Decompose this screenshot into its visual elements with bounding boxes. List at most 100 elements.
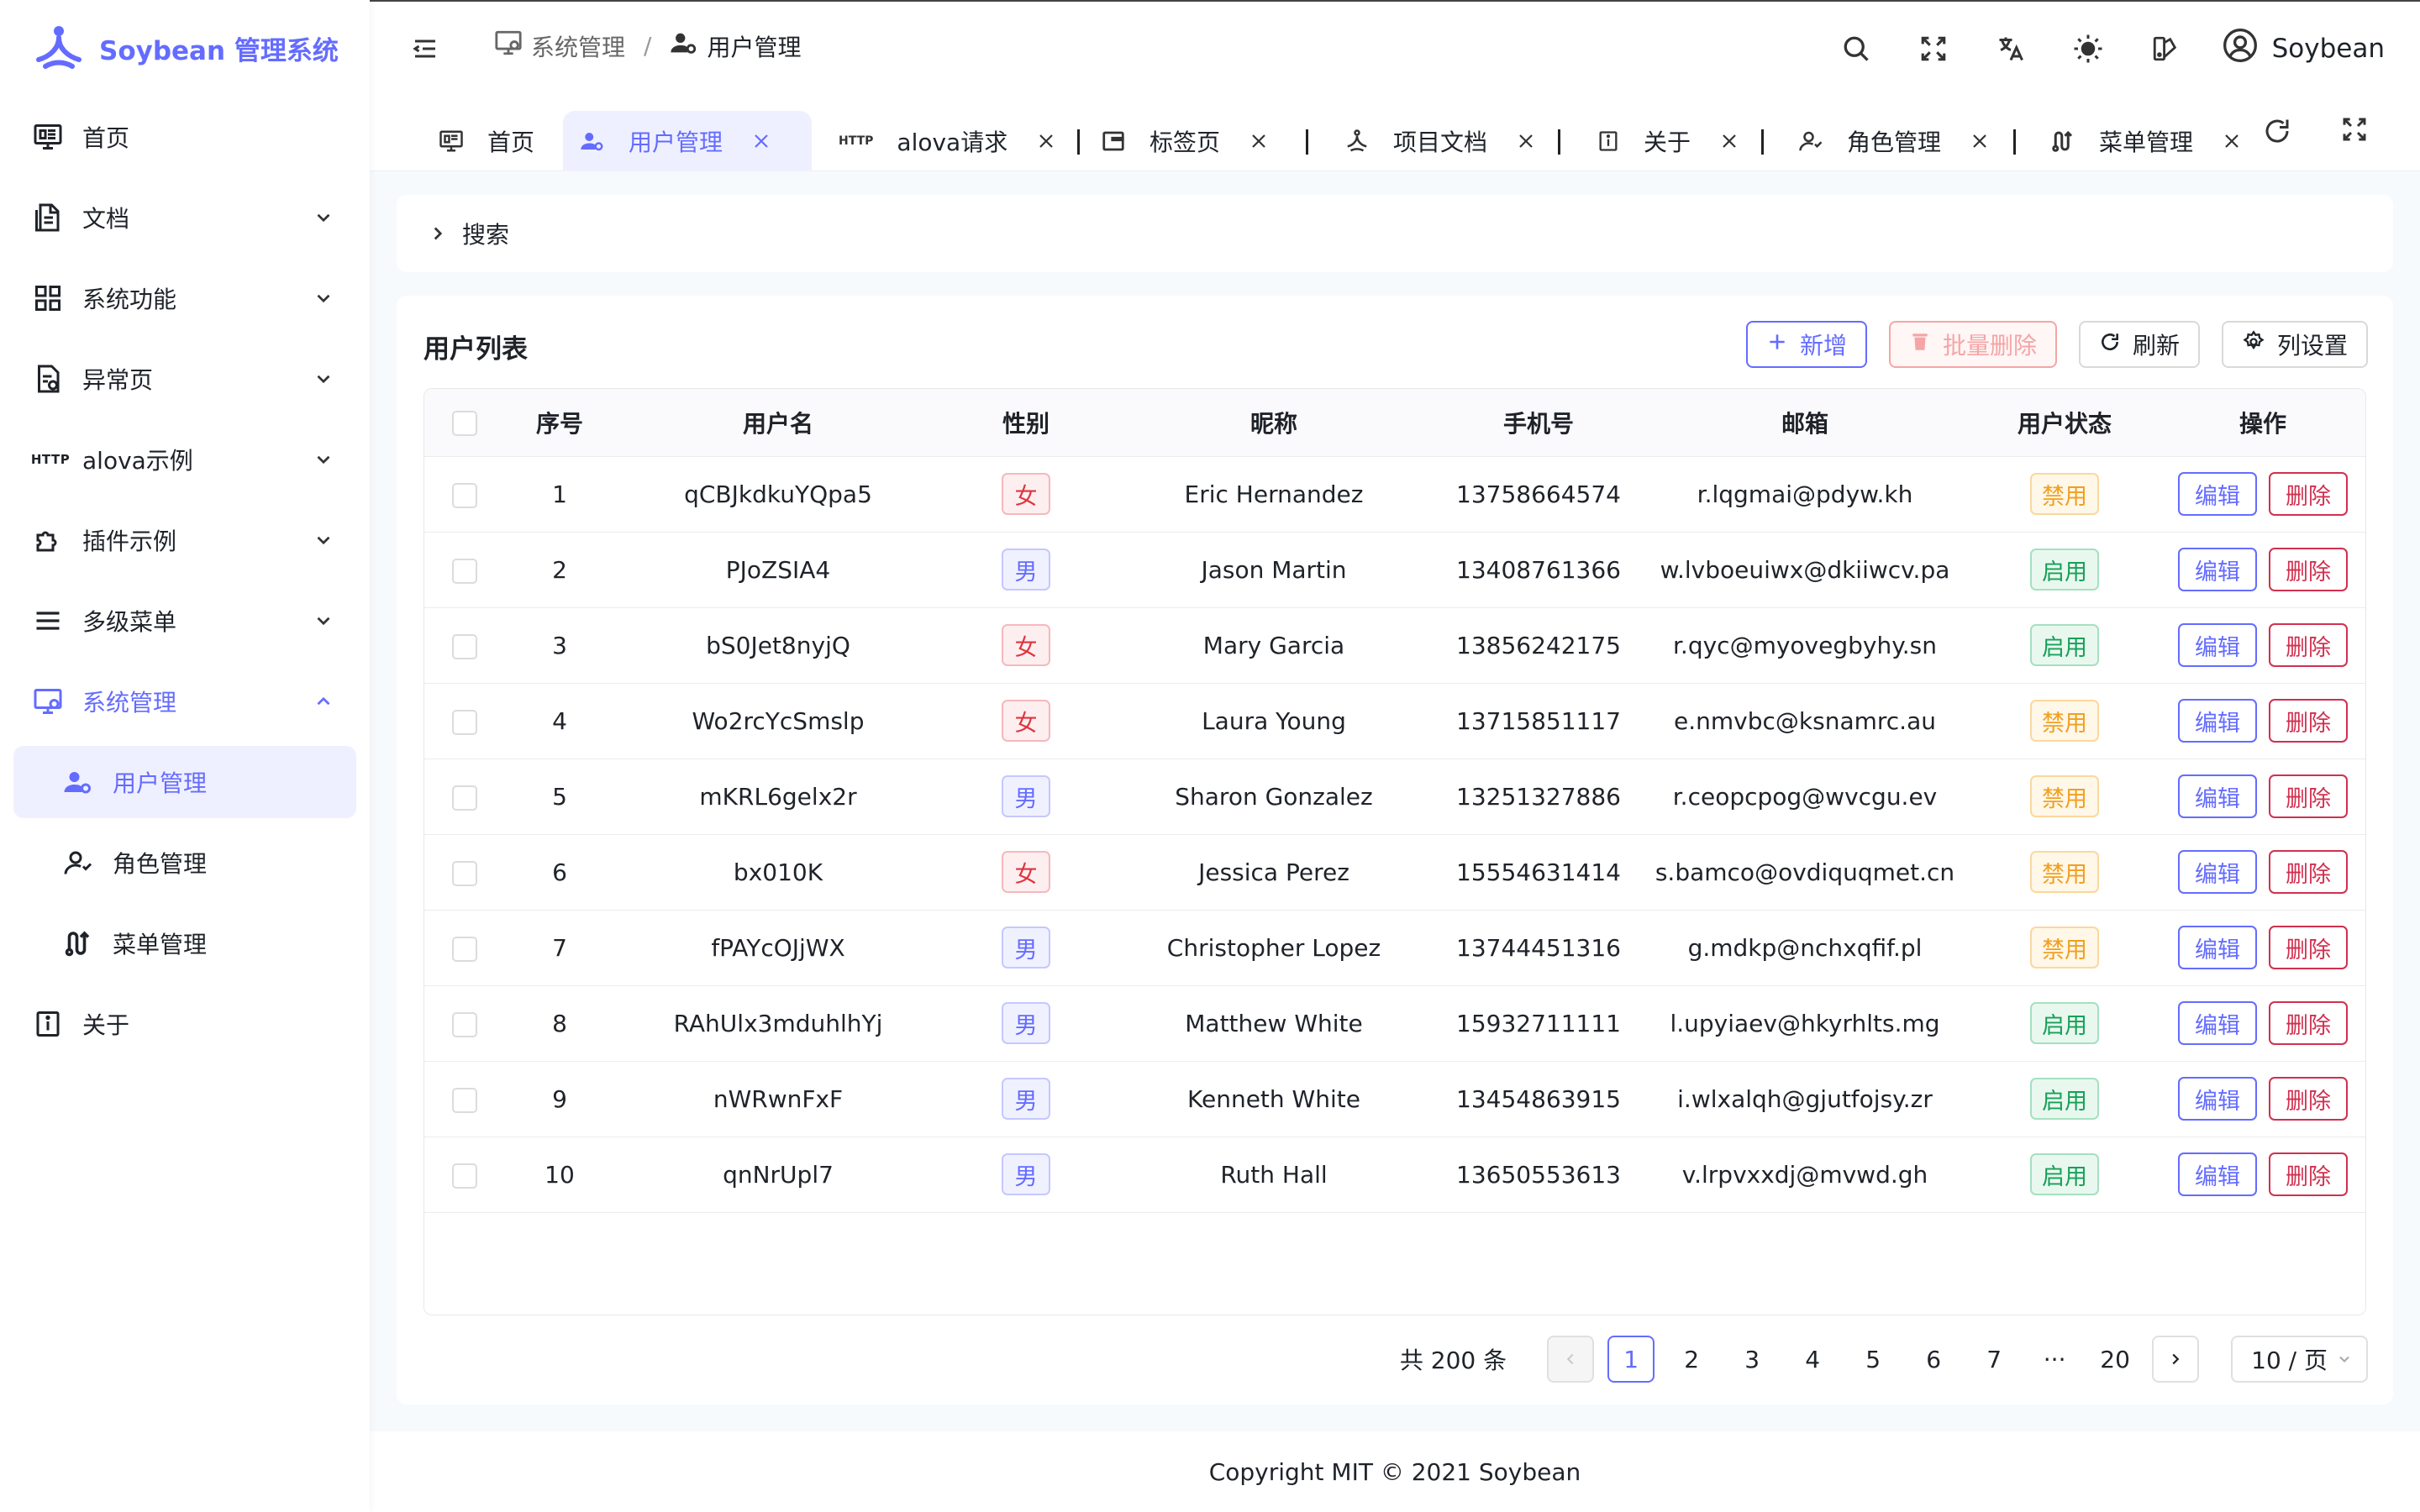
- tab-project-docs[interactable]: 项目文档: [1328, 111, 1553, 171]
- page-button[interactable]: 5: [1849, 1336, 1897, 1383]
- gender-tag: 女: [1002, 624, 1050, 666]
- tab-label: 用户管理: [629, 129, 723, 156]
- operations-cell: 编辑 删除: [2159, 683, 2365, 759]
- row-checkbox[interactable]: [452, 709, 477, 735]
- sidebar-item-role-manage[interactable]: 角色管理: [13, 827, 356, 899]
- edit-button[interactable]: 编辑: [2178, 699, 2257, 743]
- delete-button[interactable]: 删除: [2269, 926, 2348, 969]
- batch-delete-button[interactable]: 批量删除: [1888, 321, 2057, 368]
- page-size-select[interactable]: 10 / 页: [2231, 1336, 2368, 1383]
- chevron-down-icon: [313, 449, 334, 476]
- user-menu[interactable]: Soybean: [2222, 27, 2385, 71]
- page-button[interactable]: 7: [1970, 1336, 2018, 1383]
- edit-button[interactable]: 编辑: [2178, 548, 2257, 591]
- logo[interactable]: Soybean 管理系统: [34, 18, 339, 77]
- tab-alova[interactable]: HTTP alova请求: [822, 111, 1073, 171]
- select-all-checkbox[interactable]: [452, 411, 477, 437]
- status-badge: 启用: [2030, 549, 2099, 591]
- menu-collapse-icon[interactable]: [410, 34, 440, 67]
- translate-icon[interactable]: [1990, 28, 2032, 70]
- sidebar-item-alova[interactable]: HTTP alova示例: [13, 423, 356, 496]
- delete-button[interactable]: 删除: [2269, 623, 2348, 667]
- refresh-button[interactable]: 刷新: [2078, 321, 2200, 368]
- sidebar-item-system-functions[interactable]: 系统功能: [13, 262, 356, 334]
- row-checkbox[interactable]: [452, 785, 477, 811]
- sidebar-item-about[interactable]: 关于: [13, 988, 356, 1060]
- tab-tabs-demo[interactable]: 标签页: [1084, 111, 1286, 171]
- breadcrumb-item-system-manage[interactable]: 系统管理: [494, 29, 625, 63]
- delete-button[interactable]: 删除: [2269, 774, 2348, 818]
- row-checkbox[interactable]: [452, 633, 477, 659]
- add-label: 新增: [1799, 333, 1847, 359]
- page-button[interactable]: 6: [1910, 1336, 1957, 1383]
- row-checkbox[interactable]: [452, 1011, 477, 1037]
- search-collapse[interactable]: 搜索: [397, 195, 2393, 272]
- close-icon[interactable]: [1249, 131, 1269, 151]
- row-checkbox[interactable]: [452, 936, 477, 962]
- fullscreen-icon[interactable]: [2341, 116, 2368, 146]
- operations-cell: 编辑 删除: [2159, 607, 2365, 684]
- sidebar-item-docs[interactable]: 文档: [13, 181, 356, 254]
- add-button[interactable]: 新增: [1745, 321, 1867, 368]
- page-ellipsis[interactable]: ···: [2031, 1336, 2078, 1383]
- close-icon[interactable]: [1036, 131, 1056, 151]
- chevron-down-icon: [313, 287, 334, 315]
- tab-role-manage[interactable]: 角色管理: [1781, 111, 2007, 171]
- row-checkbox[interactable]: [452, 860, 477, 886]
- edit-button[interactable]: 编辑: [2178, 1152, 2257, 1196]
- breadcrumb-item-user-manage[interactable]: 用户管理: [670, 29, 801, 63]
- delete-button[interactable]: 删除: [2269, 1152, 2348, 1196]
- theme-config-icon[interactable]: [2144, 28, 2186, 70]
- sidebar-item-menu-manage[interactable]: 菜单管理: [13, 907, 356, 979]
- delete-button[interactable]: 删除: [2269, 472, 2348, 516]
- row-checkbox[interactable]: [452, 558, 477, 584]
- search-icon[interactable]: [1835, 28, 1877, 70]
- close-icon[interactable]: [1516, 131, 1536, 151]
- fullscreen-icon[interactable]: [1912, 28, 1954, 70]
- edit-button[interactable]: 编辑: [2178, 1001, 2257, 1045]
- delete-button[interactable]: 删除: [2269, 548, 2348, 591]
- sidebar-item-label: 异常页: [82, 366, 154, 394]
- close-icon[interactable]: [751, 131, 771, 151]
- gender-cell: 男: [942, 1061, 1110, 1137]
- nickname-cell: Jessica Perez: [1110, 834, 1438, 911]
- sidebar-item-user-manage[interactable]: 用户管理: [13, 746, 356, 818]
- sidebar-item-system-manage[interactable]: 系统管理: [13, 665, 356, 738]
- edit-button[interactable]: 编辑: [2178, 472, 2257, 516]
- edit-button[interactable]: 编辑: [2178, 1077, 2257, 1121]
- row-checkbox[interactable]: [452, 1087, 477, 1113]
- edit-button[interactable]: 编辑: [2178, 774, 2257, 818]
- page-button-last[interactable]: 20: [2091, 1336, 2139, 1383]
- column-settings-button[interactable]: 列设置: [2221, 321, 2368, 368]
- edit-button[interactable]: 编辑: [2178, 623, 2257, 667]
- reload-icon[interactable]: [2262, 116, 2292, 150]
- delete-button[interactable]: 删除: [2269, 1001, 2348, 1045]
- close-icon[interactable]: [1970, 131, 1990, 151]
- tab-user-manage[interactable]: 用户管理: [563, 111, 812, 171]
- page-button-current[interactable]: 1: [1607, 1336, 1655, 1383]
- page-button[interactable]: 3: [1728, 1336, 1776, 1383]
- tab-home[interactable]: 首页: [422, 111, 551, 171]
- delete-button[interactable]: 删除: [2269, 850, 2348, 894]
- next-page-button[interactable]: [2152, 1336, 2200, 1383]
- edit-button[interactable]: 编辑: [2178, 926, 2257, 969]
- edit-button[interactable]: 编辑: [2178, 850, 2257, 894]
- row-checkbox[interactable]: [452, 1163, 477, 1189]
- sidebar-item-plugins[interactable]: 插件示例: [13, 504, 356, 576]
- page-button[interactable]: 2: [1668, 1336, 1715, 1383]
- sun-icon[interactable]: [2067, 28, 2109, 70]
- row-checkbox[interactable]: [452, 482, 477, 508]
- delete-button[interactable]: 删除: [2269, 699, 2348, 743]
- soybean-logo-icon: [34, 23, 84, 73]
- prev-page-button[interactable]: [1547, 1336, 1595, 1383]
- sidebar-item-exception[interactable]: 异常页: [13, 343, 356, 415]
- delete-button[interactable]: 删除: [2269, 1077, 2348, 1121]
- tab-menu-manage[interactable]: 菜单管理: [2033, 111, 2259, 171]
- sidebar-item-multi-menu[interactable]: 多级菜单: [13, 585, 356, 657]
- tab-about[interactable]: 关于: [1580, 111, 1756, 171]
- close-icon[interactable]: [1719, 131, 1739, 151]
- page-button[interactable]: 4: [1789, 1336, 1836, 1383]
- operations-cell: 编辑 删除: [2159, 910, 2365, 986]
- sidebar-item-home[interactable]: 首页: [13, 101, 356, 173]
- close-icon[interactable]: [2222, 131, 2242, 151]
